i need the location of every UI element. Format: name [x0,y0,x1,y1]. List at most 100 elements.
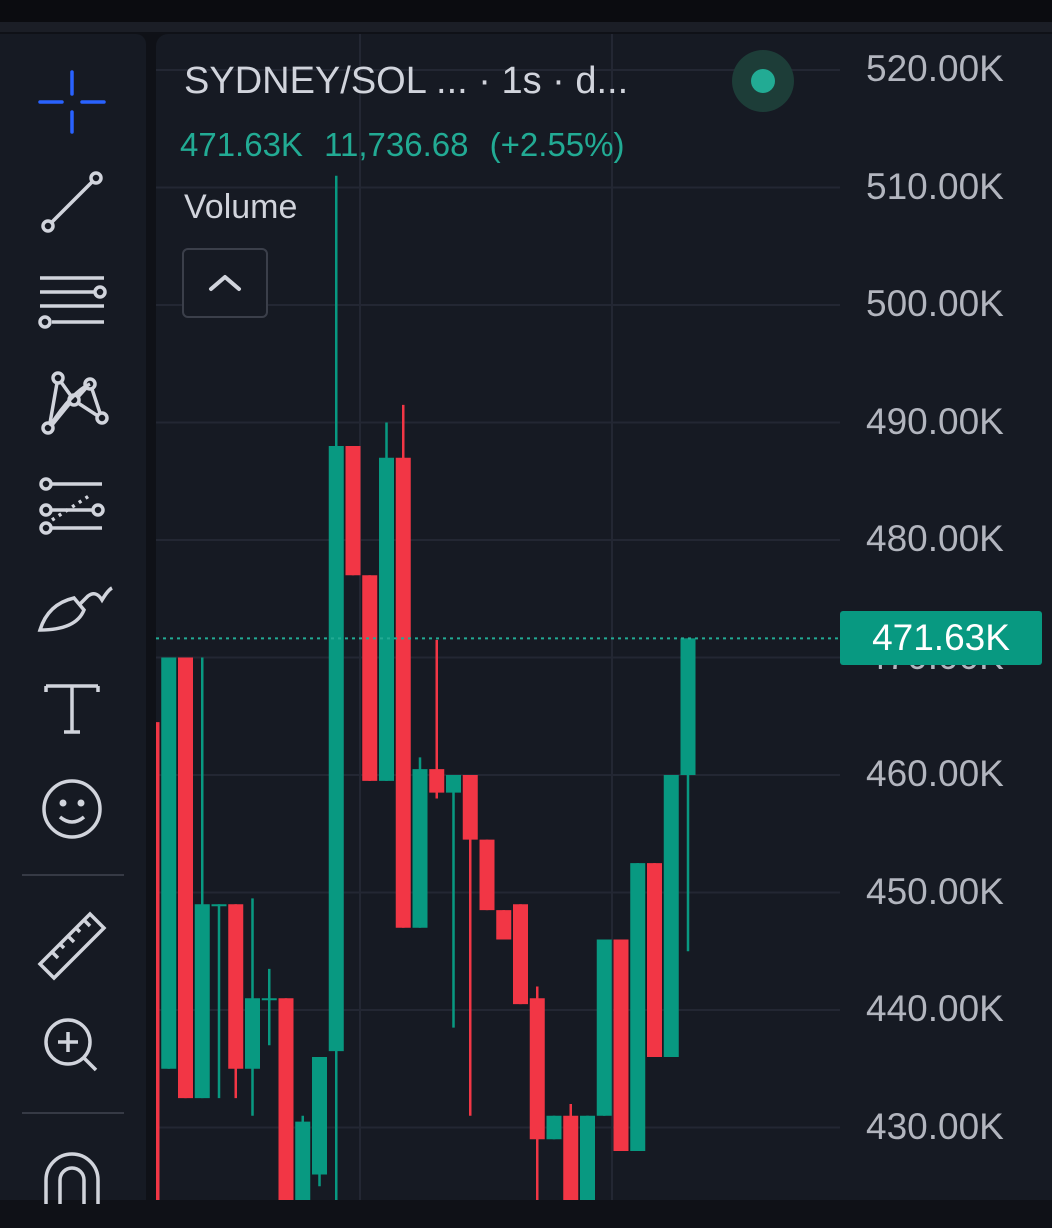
candle-body [245,998,260,1069]
candle [446,775,461,1028]
candle [563,1104,579,1200]
candle-body [647,863,662,1057]
candle-body [462,775,478,840]
text-tool-button[interactable] [30,672,114,756]
price-tick-label: 450.00K [866,870,1004,912]
text-icon [44,684,100,734]
price-tick-label: 430.00K [866,1105,1004,1147]
price-tick-label: 500.00K [866,283,1004,324]
candle-body [211,904,227,907]
candle [345,446,361,576]
candle [529,986,545,1200]
volume-indicator-label[interactable]: Volume [184,188,297,227]
candle [680,638,696,952]
chevron-up-icon [209,275,241,291]
candle [496,910,512,940]
candle-body [563,1115,579,1200]
price-tick-label: 490.00K [866,400,1004,442]
legend-change: 11,736.68 [324,126,469,163]
candle-body [429,769,445,793]
candle-body [345,446,361,576]
candle-body [156,722,160,1200]
candle [161,657,177,1069]
trend-line-icon [41,171,103,233]
zoom-in-icon [44,1018,98,1072]
parallel-lines-icon [38,276,107,329]
measure-tool-button[interactable] [30,902,114,986]
parallel-lines-tool-button[interactable] [30,270,114,354]
candle [261,968,277,1046]
candle [379,422,394,781]
candle-body [663,775,679,1057]
toolbar-separator [22,874,124,876]
magnet-tool-button[interactable] [30,1144,114,1228]
candle [462,775,478,1116]
fib-retracement-icon [39,477,105,535]
trend-line-tool-button[interactable] [30,164,114,248]
legend-values: 471.63K 11,736.68 (+2.55%) [180,126,636,164]
price-tick-label: 480.00K [866,518,1004,559]
legend-last-price: 471.63K [180,126,303,163]
top-strip [0,22,1052,32]
legend-change-percent: (+2.55%) [489,126,625,163]
candle [513,904,528,1005]
candle-body [513,904,528,1005]
candle-body [596,939,612,1116]
brush-tool-button[interactable] [30,574,114,658]
candle [647,863,662,1057]
crosshair-tool-button[interactable] [30,66,114,150]
candle [596,939,612,1116]
candle [194,657,210,1099]
candle [479,839,495,911]
price-tick-label: 520.00K [866,48,1004,89]
candle-body [395,457,411,928]
candle [580,1115,595,1200]
candle [228,904,244,1099]
candle [245,898,260,1116]
pattern-tool-button[interactable] [30,370,114,454]
candle-body [580,1115,595,1200]
magnet-icon [44,1152,100,1204]
candle [395,404,411,928]
candle [362,575,378,781]
fib-retracement-tool-button[interactable] [30,474,114,558]
candle-body [312,1057,327,1175]
chart-pane[interactable]: SYDNEY/SOL ... · 1s · d... 471.63K 11,73… [156,34,1052,1200]
emoji-icon [42,779,102,839]
pattern-icon [41,371,109,435]
candle-body [412,769,428,928]
candle [412,757,428,928]
candle-body [479,839,495,911]
candle-body [228,904,244,1069]
candle [613,939,629,1151]
candle [278,998,294,1200]
candle [295,1115,311,1200]
drawing-toolbar [0,34,146,1204]
candle-body [680,638,696,775]
candle-body [529,998,545,1140]
crosshair-icon [38,70,106,134]
candle [211,904,227,1099]
candle [663,775,679,1057]
candle-body [278,998,294,1200]
candle-body [295,1121,311,1200]
candle [178,657,193,1099]
candle [328,175,344,1200]
candles [156,175,696,1200]
price-tick-label: 440.00K [866,988,1004,1029]
candle [630,863,646,1151]
candle-body [546,1115,562,1140]
candle-body [194,904,210,1099]
candle-body [496,910,512,940]
candle [312,1057,327,1187]
candle-body [446,775,461,793]
last-price-badge: 471.63K [840,611,1042,666]
market-status-indicator[interactable] [732,50,794,112]
emoji-tool-button[interactable] [30,769,114,853]
candle-body [261,998,277,1001]
candle-body [362,575,378,781]
collapse-legend-button[interactable] [182,248,268,318]
symbol-title[interactable]: SYDNEY/SOL ... · 1s · d... [184,60,628,103]
price-tick-label: 460.00K [866,753,1004,794]
zoom-tool-button[interactable] [30,1006,114,1090]
